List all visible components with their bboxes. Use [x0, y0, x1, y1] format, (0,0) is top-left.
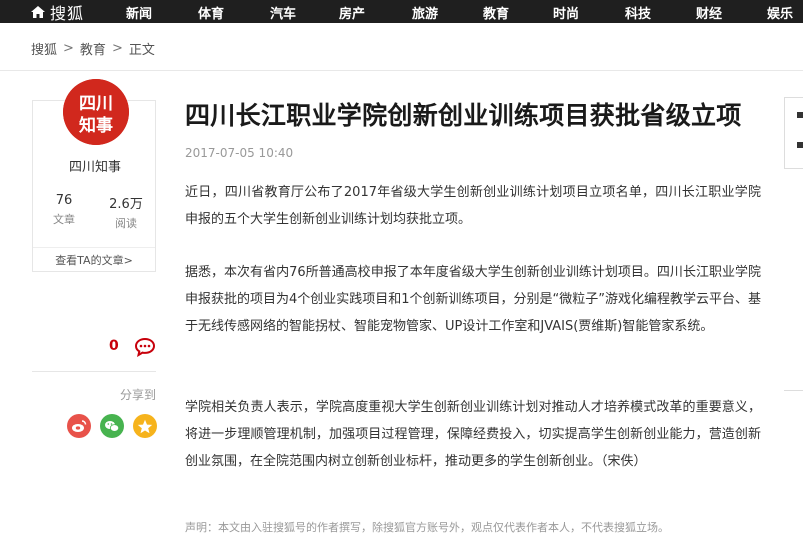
nav-item-auto[interactable]: 汽车	[270, 3, 296, 22]
sohu-logo[interactable]: 搜狐	[30, 0, 84, 23]
nav-item-education[interactable]: 教育	[483, 3, 509, 22]
stat-reads-value: 2.6万	[109, 197, 143, 212]
wechat-icon	[105, 421, 120, 432]
nav-item-fashion[interactable]: 时尚	[553, 3, 579, 22]
nav-item-travel[interactable]: 旅游	[412, 3, 438, 22]
disclaimer: 声明：本文由入驻搜狐号的作者撰写，除搜狐官方账号外，观点仅代表作者本人，不代表搜…	[185, 521, 669, 534]
article-paragraph: 据悉，本次有省内76所普通高校申报了本年度省级大学生创新创业训练计划项目。四川长…	[185, 265, 762, 334]
card-divider	[33, 247, 155, 248]
view-articles-link[interactable]: 查看TA的文章>	[33, 252, 155, 268]
comment-icon[interactable]	[134, 337, 156, 361]
avatar-text-top: 四川	[79, 94, 113, 114]
breadcrumb-separator: >	[111, 41, 123, 56]
breadcrumb-separator: >	[63, 41, 74, 56]
top-nav-bar: 搜狐 新闻 体育 汽车 房产 旅游 教育 时尚 科技 财经 娱乐	[0, 0, 803, 23]
channel-nav: 新闻 体育 汽车 房产 旅游 教育 时尚 科技 财经 娱乐	[126, 0, 803, 23]
share-wechat-button[interactable]	[100, 414, 124, 438]
nav-item-news[interactable]: 新闻	[126, 3, 152, 22]
sidebar-divider	[32, 371, 156, 372]
breadcrumb-home[interactable]: 搜狐	[31, 39, 57, 58]
breadcrumb: 搜狐 > 教育 > 正文	[31, 39, 155, 58]
right-sidebar-panel	[784, 97, 803, 169]
stat-reads: 2.6万 阅读	[95, 193, 157, 231]
panel-mark	[797, 112, 803, 118]
author-card: 四川 知事 四川知事 76 文章 2.6万 阅读 查看TA的文章>	[32, 79, 157, 272]
article-paragraph: 学院相关负责人表示，学院高度重视大学生创新创业训练计划对推动人才培养模式改革的重…	[185, 400, 761, 469]
logo-text: 搜狐	[50, 3, 85, 23]
share-weibo-button[interactable]	[67, 414, 91, 438]
stat-articles-value: 76	[55, 193, 73, 208]
nav-item-house[interactable]: 房产	[339, 3, 365, 22]
breadcrumb-current: 正文	[128, 43, 155, 58]
home-icon	[31, 5, 45, 18]
nav-item-finance[interactable]: 财经	[696, 3, 722, 22]
article-date: 2017-07-05 10:40	[185, 146, 294, 160]
author-name[interactable]: 四川知事	[33, 156, 157, 175]
avatar-logo: 四川 知事	[63, 79, 129, 145]
nav-item-tech[interactable]: 科技	[625, 3, 651, 22]
comment-count[interactable]: 0	[109, 338, 119, 354]
nav-item-sports[interactable]: 体育	[198, 3, 224, 22]
avatar[interactable]: 四川 知事	[63, 79, 129, 145]
stat-articles: 76 文章	[33, 193, 95, 227]
right-sidebar-divider	[784, 390, 803, 391]
weibo-icon	[72, 420, 87, 432]
breadcrumb-divider	[0, 70, 803, 71]
nav-item-entertainment[interactable]: 娱乐	[767, 3, 793, 22]
stat-articles-label: 文章	[53, 213, 75, 226]
article-title: 四川长江职业学院创新创业训练项目获批省级立项	[185, 101, 742, 130]
share-qzone-button[interactable]	[133, 414, 157, 438]
share-label: 分享到	[119, 388, 156, 402]
breadcrumb-education[interactable]: 教育	[80, 39, 106, 58]
stat-reads-label: 阅读	[115, 217, 137, 230]
panel-mark	[797, 142, 803, 148]
avatar-text-bottom: 知事	[78, 115, 113, 136]
article-paragraph: 近日，四川省教育厅公布了2017年省级大学生创新创业训练计划项目立项名单，四川长…	[185, 185, 761, 227]
star-icon	[137, 419, 153, 433]
